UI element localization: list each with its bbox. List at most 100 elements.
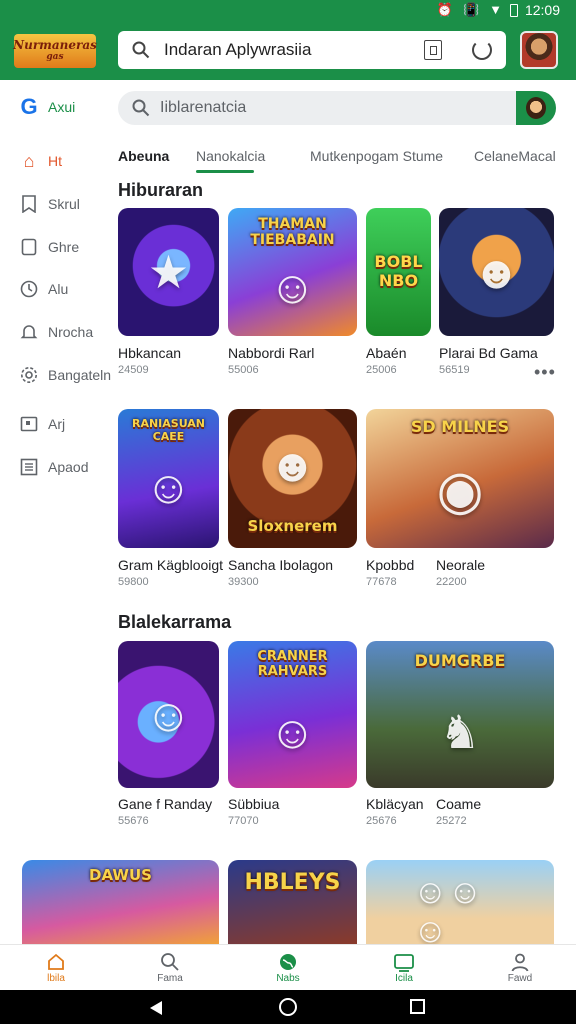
app-logo[interactable]: Nurmaneras gas (13, 34, 97, 68)
app-bar: ⏰ 📳 ▼ 12:09 Nurmaneras gas Indaran Aplyw… (0, 0, 576, 80)
art-title: DAWUS (89, 866, 152, 884)
sidebar-item-label: Axui (48, 99, 76, 115)
bottom-nav-label: Icila (395, 973, 413, 984)
bottom-nav-label: Fawd (507, 973, 533, 984)
robot-icon: ◉ (436, 460, 484, 521)
sidebar-item-ghre[interactable]: Ghre (20, 238, 79, 256)
app-thumbnail[interactable]: BOBL NBO (366, 208, 431, 336)
back-icon[interactable] (150, 1001, 162, 1015)
app-thumbnail[interactable]: ☻ Sloxnerem (228, 409, 357, 548)
soldier-icon: ♞ (439, 706, 481, 759)
app-name: Kpobbd (366, 557, 415, 573)
app-name: Kbläcyan (366, 796, 424, 812)
app-thumbnail[interactable]: ☺☺☺ (366, 860, 554, 944)
vibrate-icon: 📳 (462, 2, 480, 17)
search-icon (140, 951, 200, 973)
hero-icon: ☺ (145, 460, 192, 513)
art-title: THAMAN TIEBABAIN (250, 216, 335, 248)
app-meta: 25272 (436, 815, 467, 827)
tab-abeuna[interactable]: Abeuna (118, 148, 169, 164)
sidebar-item-label: Skrul (48, 196, 80, 212)
sidebar-item-label: Arj (48, 416, 66, 432)
art-title: Sloxnerem (247, 517, 338, 535)
bottom-nav-profile[interactable]: Fawd (490, 951, 550, 984)
bottom-nav-tablet[interactable]: Icila (374, 951, 434, 984)
bookmark-icon (20, 195, 38, 213)
home-circle-icon[interactable] (279, 998, 297, 1016)
gear-icon (20, 366, 38, 384)
sidebar-item-nrocha[interactable]: Nrocha (20, 323, 93, 341)
sidebar-item-bangateln[interactable]: Bangateln (20, 366, 111, 384)
app-name: Sübbiua (228, 796, 280, 812)
app-card[interactable]: Neorale 22200 (436, 557, 536, 589)
app-card[interactable]: ☻ Sloxnerem Sancha Ibolagon 39300 (228, 409, 357, 589)
app-thumbnail[interactable]: RANIASUAN CAEE ☺ (118, 409, 219, 548)
star-icon: ★ (147, 246, 190, 298)
tablet-mode-icon[interactable] (424, 40, 442, 60)
app-thumbnail[interactable]: ☻ (439, 208, 554, 336)
app-name: Sancha Ibolagon (228, 557, 334, 573)
bottom-nav-label: lbila (47, 973, 65, 984)
bottom-navigation: lbila Fama Nabs Icila Fawd (0, 944, 576, 990)
library-search-placeholder[interactable]: Iiblarenatcia (160, 99, 246, 117)
app-card[interactable]: Coame 25272 (436, 796, 536, 830)
tab-indicator (196, 170, 254, 173)
app-card[interactable]: THAMAN TIEBABAIN ☺ Nabbordi Rarl 55006 (228, 208, 357, 378)
sidebar-item-apaod[interactable]: Apaod (20, 458, 88, 476)
app-card[interactable]: ☻ Plarai Bd Gama 56519 (439, 208, 554, 378)
app-card[interactable]: ☺ Gane f Randay 55676 (118, 641, 219, 831)
refresh-icon[interactable] (472, 40, 492, 60)
app-meta: 77070 (228, 815, 259, 827)
user-avatar[interactable] (520, 31, 558, 69)
app-card[interactable]: BOBL NBO Abaén 25006 (366, 208, 431, 378)
app-card[interactable]: HBLEYS (228, 860, 357, 944)
doc-icon (20, 238, 38, 256)
bottom-nav-home[interactable]: lbila (26, 951, 86, 984)
app-thumbnail[interactable]: HBLEYS (228, 860, 357, 944)
sidebar-item-ht[interactable]: ⌂ Ht (20, 150, 62, 171)
sidebar-item-alu[interactable]: Alu (20, 280, 68, 298)
sidebar-item-label: Bangateln (48, 367, 112, 383)
library-search-bar[interactable]: Iiblarenatcia (118, 91, 556, 125)
app-thumbnail[interactable]: DUMGRBE ♞ (366, 641, 554, 788)
app-meta: 77678 (366, 576, 397, 588)
app-name: Hbkancan (118, 345, 182, 361)
app-thumbnail[interactable]: ☺ (118, 641, 219, 788)
app-card[interactable]: RANIASUAN CAEE ☺ Gram Kägblooigt 59800 (118, 409, 223, 589)
app-thumbnail[interactable]: DAWUS (22, 860, 219, 944)
google-icon: G (20, 94, 38, 119)
bottom-nav-label: Fama (157, 973, 183, 984)
app-card[interactable]: CRANNER RAHVARS ☺ Sübbiua 77070 (228, 641, 357, 831)
sidebar-item-label: Apaod (48, 459, 89, 475)
app-name: Neorale (436, 557, 486, 573)
status-bar: ⏰ 📳 ▼ 12:09 (0, 0, 576, 22)
app-thumbnail[interactable]: SD MILNES ◉ (366, 409, 554, 548)
bottom-nav-globe[interactable]: Nabs (258, 951, 318, 984)
home-icon: ⌂ (23, 150, 35, 171)
recent-apps-icon[interactable] (410, 999, 425, 1014)
tab-nanokalcia[interactable]: Nanokalcia (196, 148, 265, 164)
app-thumbnail[interactable]: THAMAN TIEBABAIN ☺ (228, 208, 357, 336)
app-thumbnail[interactable]: ★ (118, 208, 219, 336)
bell-icon (20, 323, 38, 341)
art-title: HBLEYS (244, 870, 341, 895)
hero-icon: ☺ (269, 706, 316, 759)
system-navigation-bar (0, 990, 576, 1024)
tab-celanemacal[interactable]: CelaneMacal (474, 148, 556, 164)
sidebar-item-skrul[interactable]: Skrul (20, 195, 80, 213)
more-options-icon[interactable]: ••• (534, 362, 556, 383)
tab-mutkenpogam-stume[interactable]: Mutkenpogam Stume (310, 148, 443, 164)
app-card[interactable]: ☺☺☺ (366, 860, 554, 944)
app-card[interactable]: ★ Hbkancan 24509 (118, 208, 219, 378)
status-icons: ⏰ 📳 ▼ (437, 2, 502, 18)
art-title: CRANNER RAHVARS (257, 649, 328, 679)
app-card[interactable]: DAWUS (22, 860, 219, 944)
warrior-icon: ☻ (472, 246, 521, 298)
bottom-nav-search[interactable]: Fama (140, 951, 200, 984)
top-search-text[interactable]: Indaran Aplywrasiia (164, 40, 311, 60)
top-search-bar[interactable]: Indaran Aplywrasiia (118, 31, 506, 69)
sidebar-item-arj[interactable]: Arj (20, 415, 65, 433)
profile-avatar[interactable] (516, 91, 556, 125)
app-thumbnail[interactable]: CRANNER RAHVARS ☺ (228, 641, 357, 788)
sidebar-item-axui[interactable]: G Axui (20, 94, 76, 119)
